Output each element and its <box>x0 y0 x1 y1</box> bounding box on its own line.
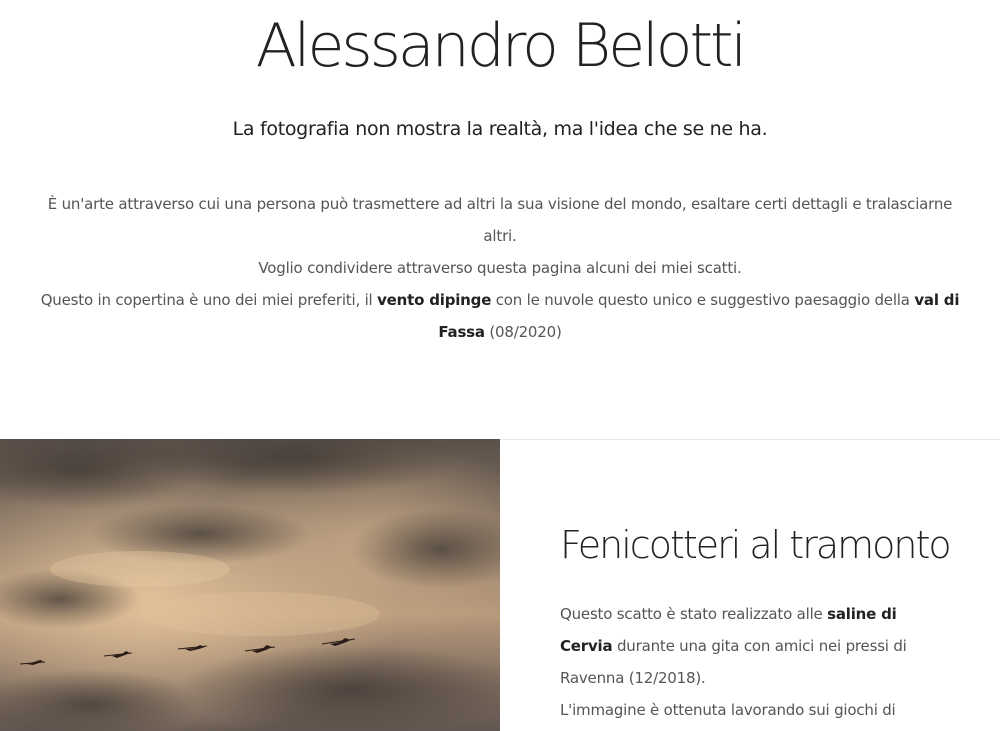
section-divider <box>500 439 1000 440</box>
tagline: La fotografia non mostra la realtà, ma l… <box>232 118 768 140</box>
intro-highlight-vento: vento dipinge <box>377 291 492 309</box>
intro-paragraph-3: Questo in copertina è uno dei miei prefe… <box>40 284 960 348</box>
feature-text: Fenicotteri al tramonto Questo scatto è … <box>560 510 960 726</box>
intro-text-segment: (08/2020) <box>484 323 562 341</box>
intro-text-segment: con le nuvole questo unico e suggestivo … <box>491 291 915 309</box>
feature-description: Questo scatto è stato realizzato alle sa… <box>560 598 930 726</box>
intro-text-segment: Questo in copertina è uno dei miei prefe… <box>40 291 378 309</box>
feature-text-segment: durante una gita con amici nei pressi di… <box>560 637 907 687</box>
intro-text: È un'arte attraverso cui una persona può… <box>40 188 960 348</box>
intro-paragraph-1: È un'arte attraverso cui una persona può… <box>47 195 953 245</box>
feature-title: Fenicotteri al tramonto <box>560 523 952 567</box>
site-title: Alessandro Belotti <box>255 11 747 81</box>
intro-paragraph-2: Voglio condividere attraverso questa pag… <box>258 259 742 277</box>
feature-description-line-2: L'immagine è ottenuta lavorando sui gioc… <box>560 701 896 719</box>
photo-artwork <box>0 439 500 731</box>
flamingo-sunset-photo[interactable] <box>0 439 500 731</box>
feature-text-segment: Questo scatto è stato realizzato alle <box>560 605 828 623</box>
